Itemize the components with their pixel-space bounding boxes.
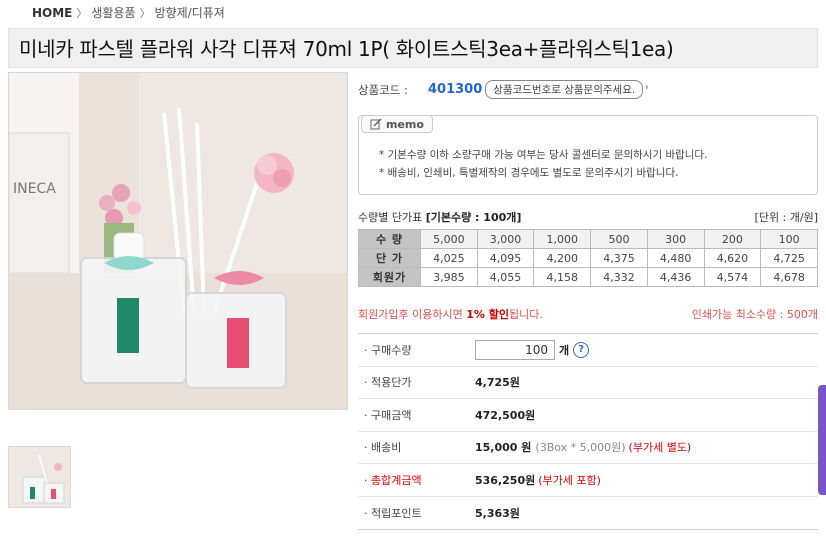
thumbnail-photo — [9, 447, 70, 507]
product-thumbnail[interactable] — [8, 446, 71, 508]
pencil-icon — [370, 118, 382, 130]
memo-list: * 기본수량 이하 소량구매 가능 여부는 당사 콜센터로 문의하시기 바랍니다… — [379, 146, 707, 182]
table-row-price: 단 가 4,025 4,095 4,200 4,375 4,480 4,620 … — [358, 248, 818, 268]
amount-row: · 구매금액 472,500원 — [358, 399, 818, 432]
qty-cell: 500 — [590, 229, 648, 249]
price-cell: 4,725 — [760, 248, 818, 268]
breadcrumb: HOME 〉 생활용품 〉 방향제/디퓨져 — [32, 4, 225, 21]
member-price-cell: 3,985 — [420, 267, 478, 287]
help-icon[interactable]: ? — [573, 341, 590, 358]
member-price-cell: 4,158 — [533, 267, 592, 287]
qty-table-unit: [단위 : 개/원] — [754, 211, 818, 224]
shipping-value: 15,000 원 — [475, 441, 532, 455]
product-code-label: 상품코드 : — [358, 82, 408, 97]
member-discount: 1% 할인 — [466, 308, 509, 321]
title-bar: 미네카 파스텔 플라워 사각 디퓨져 70ml 1P( 화이트스틱3ea+플라워… — [8, 28, 818, 68]
qty-label: · 구매수량 — [364, 343, 412, 357]
breadcrumb-home[interactable]: HOME — [32, 6, 72, 20]
points-label: · 적립포인트 — [364, 506, 422, 520]
shipping-vat-note: (부가세 별도) — [628, 441, 692, 455]
qty-cell: 200 — [703, 229, 762, 249]
shipping-detail: (3Box * 5,000원) — [535, 441, 626, 455]
memo-tag-label: memo — [386, 117, 424, 131]
chevron-right-icon: 〉 — [139, 6, 151, 20]
notice-line: 회원가입후 이용하시면 1% 할인됩니다. 인쇄가능 최소수량 : 500개 — [358, 306, 818, 322]
qty-cell: 100 — [760, 229, 818, 249]
quantity-input[interactable] — [475, 339, 555, 360]
table-row-qty: 수 량 5,000 3,000 1,000 500 300 200 100 — [358, 229, 818, 249]
product-code: 401300 — [428, 82, 483, 97]
member-price-cell: 4,678 — [760, 267, 818, 287]
shipping-label: · 배송비 — [364, 441, 402, 455]
points-value: 5,363원 — [475, 506, 520, 520]
chevron-right-icon: 〉 — [76, 6, 88, 20]
product-main-image[interactable]: INECA — [8, 72, 348, 410]
product-code-line: 상품코드 : 401300 상품코드번호로 상품문의주세요. ' — [358, 80, 648, 99]
qty-cell: 1,000 — [533, 229, 592, 249]
purchase-qty-row: · 구매수량 개 ? — [358, 334, 818, 367]
row-header: 회원가 — [358, 267, 421, 287]
memo-box: memo * 기본수량 이하 소량구매 가능 여부는 당사 콜센터로 문의하시기… — [358, 115, 818, 195]
price-cell: 4,480 — [646, 248, 705, 268]
table-row-member-price: 회원가 3,985 4,055 4,158 4,332 4,436 4,574 … — [358, 267, 818, 287]
price-cell: 4,620 — [703, 248, 762, 268]
min-print-notice: 인쇄가능 최소수량 : 500개 — [691, 308, 818, 321]
qty-table-caption: 수량별 단가표 [기본수량 : 100개] — [358, 211, 522, 224]
total-label: · 총합계금액 — [364, 473, 422, 487]
base-qty: [기본수량 : 100개] — [425, 211, 522, 224]
qty-table-header: 수량별 단가표 [기본수량 : 100개] [단위 : 개/원] — [358, 209, 818, 225]
member-price-cell: 4,574 — [703, 267, 762, 287]
unit-price-row: · 적용단가 4,725원 — [358, 367, 818, 399]
price-cell: 4,025 — [420, 248, 478, 268]
qty-cell: 3,000 — [476, 229, 535, 249]
qty-price-table: 수 량 5,000 3,000 1,000 500 300 200 100 단 … — [358, 229, 818, 287]
code-note-tick: ' — [645, 82, 649, 97]
member-price-cell: 4,055 — [476, 267, 535, 287]
svg-text:INECA: INECA — [13, 181, 56, 197]
breadcrumb-subcategory[interactable]: 방향제/디퓨져 — [155, 4, 225, 21]
shipping-row: · 배송비 15,000 원 (3Box * 5,000원) (부가세 별도) — [358, 432, 818, 464]
total-vat-note: (부가세 포함) — [538, 473, 601, 487]
total-row: · 총합계금액 536,250원 (부가세 포함) — [358, 464, 818, 497]
price-cell: 4,375 — [590, 248, 648, 268]
price-cell: 4,200 — [533, 248, 592, 268]
unit-price-label: · 적용단가 — [364, 376, 412, 390]
points-row: · 적립포인트 5,363원 — [358, 497, 818, 530]
memo-tag: memo — [361, 115, 433, 133]
total-value: 536,250원 — [475, 473, 536, 487]
side-floating-tab[interactable] — [818, 385, 826, 495]
amount-value: 472,500원 — [475, 408, 536, 422]
member-price-cell: 4,332 — [590, 267, 648, 287]
qty-cell: 5,000 — [420, 229, 478, 249]
row-header: 수 량 — [358, 229, 421, 249]
amount-label: · 구매금액 — [364, 408, 412, 422]
purchase-box: · 구매수량 개 ? · 적용단가 4,725원 · 구매금액 472,500원… — [358, 333, 818, 530]
member-discount-notice: 회원가입후 이용하시면 1% 할인됩니다. — [358, 308, 543, 321]
breadcrumb-category[interactable]: 생활용품 — [91, 4, 135, 21]
unit-price-value: 4,725원 — [475, 376, 520, 390]
diffuser-photo: INECA — [9, 73, 347, 409]
product-title: 미네카 파스텔 플라워 사각 디퓨져 70ml 1P( 화이트스틱3ea+플라워… — [19, 37, 674, 61]
row-header: 단 가 — [358, 248, 421, 268]
member-price-cell: 4,436 — [646, 267, 705, 287]
memo-line: * 배송비, 인쇄비, 특별제작의 경우에도 별도로 문의주시기 바랍니다. — [379, 167, 679, 179]
qty-cell: 300 — [646, 229, 705, 249]
product-code-note: 상품코드번호로 상품문의주세요. — [485, 80, 644, 99]
price-cell: 4,095 — [476, 248, 535, 268]
qty-unit: 개 — [559, 343, 570, 357]
memo-line: * 기본수량 이하 소량구매 가능 여부는 당사 콜센터로 문의하시기 바랍니다… — [379, 149, 708, 161]
